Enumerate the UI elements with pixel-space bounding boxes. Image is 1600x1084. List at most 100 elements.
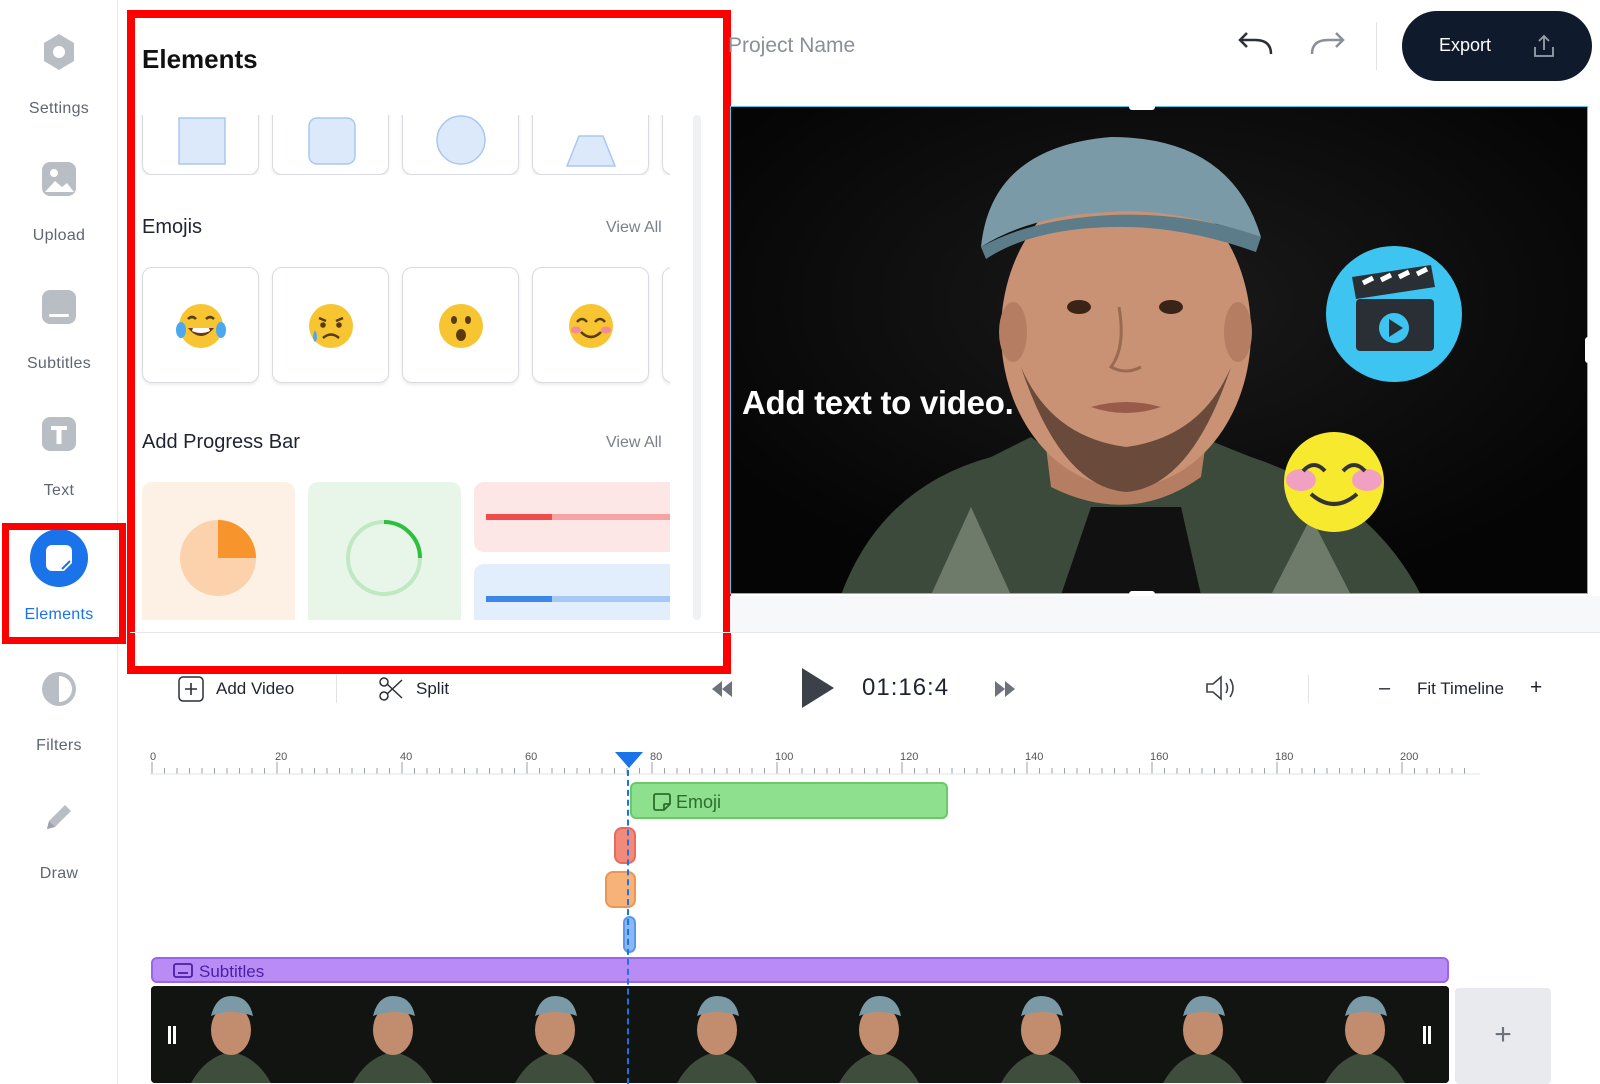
filmstrip-frame bbox=[151, 986, 313, 1083]
shape-tile-more[interactable] bbox=[662, 115, 670, 175]
sidebar-item-draw[interactable]: Draw bbox=[0, 775, 118, 901]
sidebar-item-settings[interactable]: Settings bbox=[0, 10, 118, 136]
ruler-label: 120 bbox=[900, 751, 919, 763]
project-name[interactable]: Project Name bbox=[728, 34, 855, 58]
sidebar-item-label: Upload bbox=[32, 227, 86, 244]
subtitles-icon bbox=[42, 290, 76, 324]
trim-handle-right[interactable] bbox=[1423, 1026, 1426, 1044]
sidebar-item-elements[interactable]: Elements bbox=[0, 520, 118, 646]
trim-handle-left[interactable] bbox=[168, 1026, 171, 1044]
sidebar-item-upload[interactable]: Upload bbox=[0, 137, 118, 263]
red-bar-progress-icon bbox=[486, 514, 670, 520]
volume-icon[interactable] bbox=[1204, 674, 1240, 702]
emojis-view-all-link[interactable]: View All bbox=[606, 219, 662, 237]
video-preview[interactable] bbox=[730, 106, 1588, 594]
emoji-sad-icon bbox=[309, 304, 353, 348]
sidebar-item-text[interactable]: Text bbox=[0, 392, 118, 518]
zoom-in-button[interactable]: + bbox=[1530, 676, 1542, 700]
progress-tile-pie[interactable] bbox=[142, 482, 295, 620]
redo-icon[interactable] bbox=[1306, 28, 1350, 64]
export-upload-icon bbox=[1534, 34, 1554, 57]
elements-icon bbox=[30, 529, 88, 587]
playhead-line bbox=[627, 760, 629, 1084]
ruler-label: 180 bbox=[1275, 751, 1294, 763]
controls-separator bbox=[130, 632, 1600, 633]
filters-icon bbox=[42, 672, 76, 706]
sidebar: Settings Upload Subtitles Text Elements … bbox=[0, 0, 118, 1084]
ruler-label: 100 bbox=[775, 751, 794, 763]
pie-progress-icon bbox=[180, 520, 256, 596]
sidebar-item-label: Elements bbox=[24, 606, 94, 623]
shape-tile-circle[interactable] bbox=[402, 115, 519, 175]
progress-tile-red-bar[interactable] bbox=[474, 482, 670, 552]
rewind-icon[interactable] bbox=[710, 679, 734, 699]
ruler-label: 160 bbox=[1150, 751, 1169, 763]
fast-forward-icon[interactable] bbox=[993, 679, 1017, 699]
emoji-blush-icon bbox=[569, 304, 613, 348]
subtitles-track-clip[interactable]: Subtitles bbox=[151, 957, 1449, 983]
progress-tile-blue-bar[interactable] bbox=[474, 564, 670, 620]
progress-blue-clip[interactable] bbox=[623, 916, 636, 953]
sidebar-item-subtitles[interactable]: Subtitles bbox=[0, 265, 118, 391]
play-icon[interactable] bbox=[800, 666, 836, 710]
add-clip-label: + bbox=[1494, 1018, 1512, 1051]
add-video-button[interactable]: Add Video bbox=[216, 679, 294, 699]
add-clip-button[interactable]: + bbox=[1455, 988, 1551, 1084]
topbar-divider bbox=[1376, 22, 1377, 70]
progress-red-clip[interactable] bbox=[614, 827, 636, 864]
shape-tile-square[interactable] bbox=[142, 115, 259, 175]
ruler-label: 200 bbox=[1400, 751, 1419, 763]
filmstrip-frame bbox=[637, 986, 799, 1083]
sidebar-item-label: Filters bbox=[36, 737, 82, 754]
shape-tile-rounded-square[interactable] bbox=[272, 115, 389, 175]
emoji-tile-joy[interactable] bbox=[142, 267, 259, 383]
undo-icon[interactable] bbox=[1233, 28, 1277, 64]
emoji-track-clip[interactable]: Emoji bbox=[630, 782, 948, 819]
preview-footer bbox=[730, 596, 1600, 632]
resize-handle-top[interactable] bbox=[1129, 103, 1155, 110]
upload-icon bbox=[42, 162, 76, 196]
emoji-joy-icon bbox=[176, 304, 226, 348]
playback-time: 01:16:4 bbox=[862, 674, 950, 701]
ruler-label: 80 bbox=[650, 751, 663, 763]
split-button[interactable]: Split bbox=[416, 679, 449, 699]
sidebar-item-filters[interactable]: Filters bbox=[0, 647, 118, 773]
emojis-section-title: Emojis bbox=[142, 216, 203, 238]
progress-tile-ring[interactable] bbox=[308, 482, 461, 620]
shape-tile-triangle[interactable] bbox=[532, 115, 649, 175]
controls-divider bbox=[336, 675, 337, 703]
emoji-tile-sad[interactable] bbox=[272, 267, 389, 383]
zoom-out-button[interactable]: – bbox=[1379, 677, 1390, 700]
text-icon bbox=[42, 417, 76, 451]
progress-orange-clip[interactable] bbox=[605, 871, 636, 908]
emoji-tile-blush[interactable] bbox=[532, 267, 649, 383]
shapes-row bbox=[140, 115, 670, 175]
preview-overlay-text[interactable]: Add text to video. bbox=[742, 384, 1014, 422]
emoji-track-label: Emoji bbox=[676, 792, 722, 812]
emoji-tile-more[interactable] bbox=[662, 267, 670, 383]
progress-section-title: Add Progress Bar bbox=[142, 431, 300, 453]
controls-divider bbox=[1308, 675, 1309, 703]
video-filmstrip bbox=[151, 986, 1449, 1083]
emoji-surprised-icon bbox=[439, 304, 483, 348]
emoji-tile-surprised[interactable] bbox=[402, 267, 519, 383]
ring-progress-icon bbox=[346, 520, 422, 596]
sidebar-item-label: Text bbox=[43, 482, 75, 499]
export-button[interactable]: Export bbox=[1402, 11, 1592, 81]
filmstrip-frame bbox=[313, 986, 475, 1083]
panel-scrollbar[interactable] bbox=[693, 115, 701, 620]
progress-view-all-link[interactable]: View All bbox=[606, 434, 662, 452]
subtitles-track-label: Subtitles bbox=[199, 962, 265, 981]
panel-title: Elements bbox=[142, 44, 258, 74]
filmstrip-frame bbox=[1447, 986, 1449, 1083]
video-track-clip[interactable] bbox=[151, 986, 1449, 1083]
fit-timeline-button[interactable]: Fit Timeline bbox=[1417, 679, 1504, 699]
resize-handle-right[interactable] bbox=[1585, 337, 1592, 363]
scissors-icon[interactable] bbox=[378, 676, 404, 702]
playhead-marker-icon[interactable] bbox=[615, 752, 643, 770]
sidebar-item-label: Subtitles bbox=[26, 355, 92, 372]
export-label: Export bbox=[1439, 35, 1492, 55]
sidebar-item-label: Settings bbox=[28, 100, 90, 117]
progress-row bbox=[140, 480, 670, 620]
add-video-icon[interactable] bbox=[178, 676, 204, 702]
